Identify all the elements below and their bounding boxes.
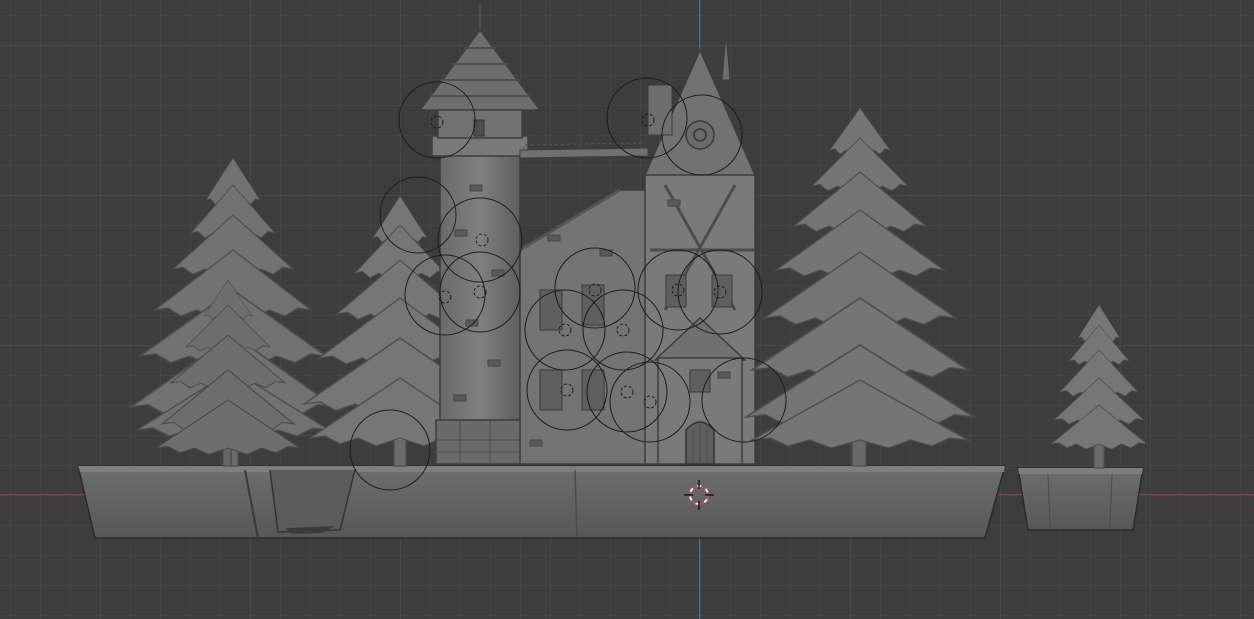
pine-tree-right-large[interactable] <box>744 107 976 467</box>
tower-bridge <box>519 142 649 159</box>
terrain-base[interactable] <box>77 465 1006 539</box>
scene-render <box>77 4 1148 539</box>
timber-house[interactable] <box>519 33 757 465</box>
pine-tree-far-right[interactable] <box>1050 304 1148 469</box>
3d-viewport[interactable] <box>0 0 1254 619</box>
planter-base[interactable] <box>1017 467 1144 531</box>
